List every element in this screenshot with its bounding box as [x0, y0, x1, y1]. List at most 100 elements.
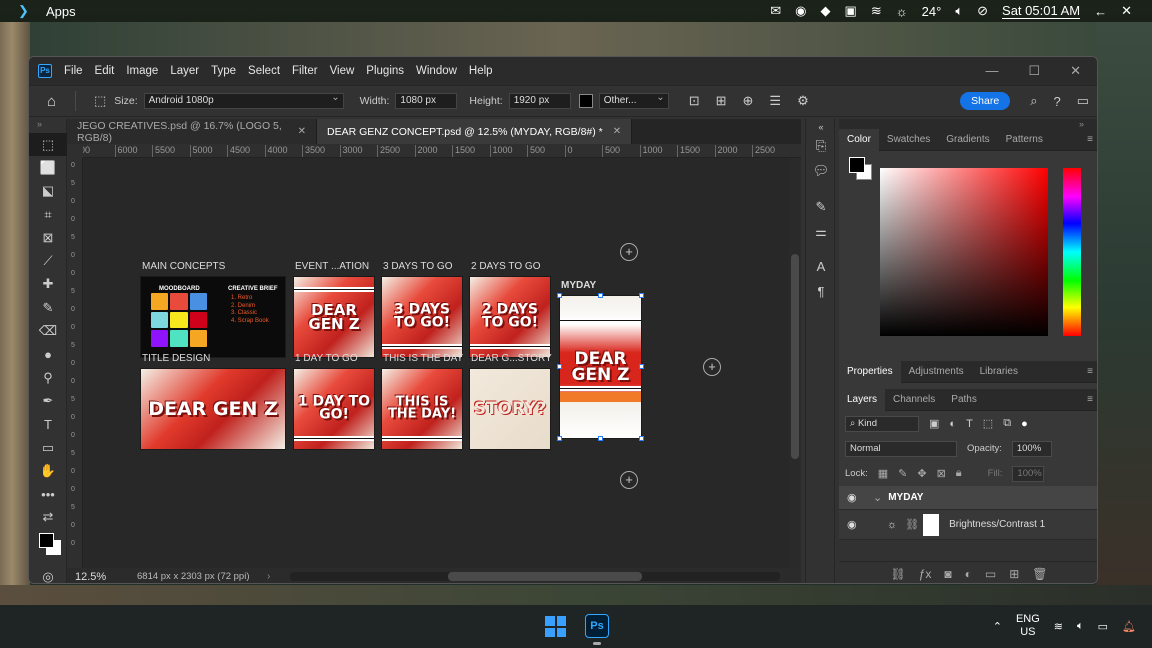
- volume-icon[interactable]: 🔈︎: [1077, 620, 1084, 633]
- filter-pixel-icon[interactable]: ▣: [929, 417, 939, 430]
- document-info[interactable]: 6814 px x 2303 px (72 ppi): [127, 571, 267, 582]
- horizontal-scrollbar[interactable]: [290, 572, 781, 581]
- menu-help[interactable]: Help: [463, 65, 499, 77]
- add-artboard-icon[interactable]: ⊕: [743, 93, 754, 109]
- workspace-icon[interactable]: ▭: [1077, 93, 1089, 109]
- artboard-label-dear-story[interactable]: DEAR G...STORY: [471, 353, 552, 364]
- canvas-area[interactable]: MAIN CONCEPTS MOODBOARD CREATIVE BRIEF 1…: [83, 158, 789, 568]
- opacity-input[interactable]: 100%: [1011, 440, 1052, 457]
- other-select[interactable]: Other...: [598, 91, 669, 109]
- artboard-3-days[interactable]: 3 DAYS TO GO!: [381, 276, 463, 358]
- add-artboard-top-icon[interactable]: +: [620, 243, 638, 261]
- size-select[interactable]: Android 1080p: [143, 91, 344, 109]
- menu-type[interactable]: Type: [205, 65, 242, 77]
- add-artboard-bottom-icon[interactable]: +: [620, 471, 638, 489]
- windows-start-icon[interactable]: [545, 616, 566, 637]
- distribute-icon[interactable]: ☰: [769, 93, 781, 109]
- lock-artboard-icon[interactable]: ⊠: [937, 467, 946, 480]
- artboard-label-3-days[interactable]: 3 DAYS TO GO: [383, 261, 452, 272]
- link-layers-icon[interactable]: ⛓: [890, 567, 905, 581]
- new-adjustment-icon[interactable]: ◐: [965, 567, 972, 581]
- tab-close-icon[interactable]: ✕: [613, 126, 621, 137]
- mail-icon[interactable]: ✉: [770, 3, 781, 19]
- color-swatches[interactable]: [29, 529, 67, 565]
- volume-icon[interactable]: 🔈︎: [955, 3, 963, 19]
- diamond-app-icon[interactable]: ◆: [821, 3, 831, 19]
- selection-handle[interactable]: [639, 364, 644, 369]
- notification-bell-icon[interactable]: 🔔︎: [1122, 620, 1136, 633]
- scroll-thumb[interactable]: [448, 572, 643, 581]
- artboard-label-title-design[interactable]: TITLE DESIGN: [142, 353, 210, 364]
- artboard-title-design[interactable]: DEAR GEN Z: [140, 368, 286, 450]
- wifi-icon[interactable]: ≋: [1054, 620, 1063, 633]
- tab-libraries[interactable]: Libraries: [972, 361, 1026, 383]
- lock-position-icon[interactable]: ✥: [917, 467, 926, 480]
- dodge-tool-icon[interactable]: ⚲: [29, 366, 67, 389]
- new-group-icon[interactable]: ▭: [985, 567, 996, 581]
- filter-shape-icon[interactable]: ⬚: [983, 417, 993, 430]
- home-icon[interactable]: ⌂: [47, 93, 65, 110]
- menu-view[interactable]: View: [324, 65, 361, 77]
- filter-smart-object-icon[interactable]: ⧉: [1003, 417, 1011, 430]
- artboard-myday[interactable]: DEAR GEN Z: [559, 295, 642, 439]
- tab-color[interactable]: Color: [839, 128, 879, 151]
- menu-window[interactable]: Window: [410, 65, 463, 77]
- selection-handle[interactable]: [639, 293, 644, 298]
- artboard-tool-icon[interactable]: ⬚: [29, 133, 67, 157]
- photoshop-taskbar-icon[interactable]: Ps: [585, 614, 609, 638]
- color-picker-field[interactable]: [880, 168, 1048, 336]
- delete-layer-icon[interactable]: 🗑︎: [1032, 567, 1047, 581]
- menu-edit[interactable]: Edit: [89, 65, 121, 77]
- panel-menu-icon[interactable]: ≡: [1079, 129, 1097, 151]
- apps-label[interactable]: Apps: [46, 4, 76, 19]
- healing-brush-icon[interactable]: ✚: [29, 273, 67, 296]
- filter-type-icon[interactable]: T: [966, 418, 973, 430]
- link-icon[interactable]: ⛓: [905, 518, 919, 531]
- brightness-icon[interactable]: ☼: [896, 4, 908, 19]
- tab-close-icon[interactable]: ✕: [298, 126, 306, 137]
- character-icon[interactable]: A: [806, 255, 836, 277]
- fill-input[interactable]: 100%: [1012, 465, 1045, 482]
- tab-adjustments[interactable]: Adjustments: [901, 361, 972, 383]
- filter-kind-select[interactable]: ⌕ Kind: [845, 415, 919, 432]
- artboard-1-day[interactable]: 1 DAY TO GO!: [293, 368, 375, 450]
- hand-tool-icon[interactable]: ✋: [29, 459, 67, 482]
- tab-swatches[interactable]: Swatches: [879, 129, 938, 151]
- layer-brightness-contrast[interactable]: ◉ ☼ ⛓ Brightness/Contrast 1: [839, 510, 1097, 540]
- foreground-color-swatch[interactable]: [849, 157, 865, 173]
- selection-handle[interactable]: [598, 293, 603, 298]
- foreground-color-swatch[interactable]: [39, 533, 54, 549]
- menu-plugins[interactable]: Plugins: [360, 65, 410, 77]
- crop-tool-icon[interactable]: ⌗: [29, 203, 67, 226]
- artboard-label-event[interactable]: EVENT ...ATION: [295, 261, 369, 272]
- fx-icon[interactable]: ƒx: [919, 567, 932, 581]
- artboard-label-2-days[interactable]: 2 DAYS TO GO: [471, 261, 540, 272]
- search-icon[interactable]: ⌕: [1030, 93, 1037, 109]
- selection-handle[interactable]: [598, 436, 603, 441]
- adjustments-icon[interactable]: ⚌: [806, 221, 836, 243]
- tab-properties[interactable]: Properties: [839, 360, 901, 383]
- filter-adjustment-icon[interactable]: ◐: [949, 418, 956, 430]
- menu-layer[interactable]: Layer: [164, 65, 205, 77]
- comments-icon[interactable]: 💬︎: [806, 160, 836, 182]
- tab-layers[interactable]: Layers: [839, 388, 886, 411]
- artboard-event[interactable]: DEAR GEN Z: [293, 276, 375, 358]
- settings-gear-icon[interactable]: ⚙: [797, 93, 809, 109]
- object-select-tool-icon[interactable]: ⬕: [29, 180, 67, 203]
- quick-mask-icon[interactable]: ◎: [29, 565, 67, 583]
- zoom-level[interactable]: 12.5%: [67, 571, 127, 583]
- artboard-bg-swatch[interactable]: [578, 94, 593, 108]
- lock-paint-icon[interactable]: ✎: [898, 467, 907, 480]
- history-icon[interactable]: ⎘: [806, 135, 836, 157]
- chevron-up-icon[interactable]: ⌃: [993, 620, 1002, 633]
- visibility-eye-icon[interactable]: ◉: [847, 491, 867, 504]
- collapse-dock-icon[interactable]: «: [806, 122, 836, 132]
- selection-handle[interactable]: [557, 364, 562, 369]
- artboard-tool-icon[interactable]: ⬚: [94, 93, 106, 109]
- tab-jego-creatives[interactable]: JEGO CREATIVES.psd @ 16.7% (LOGO 5, RGB/…: [67, 119, 317, 144]
- tab-channels[interactable]: Channels: [885, 389, 943, 411]
- tab-dear-genz-concept[interactable]: DEAR GENZ CONCEPT.psd @ 12.5% (MYDAY, RG…: [317, 119, 633, 144]
- artboard-label-1-day[interactable]: 1 DAY TO GO: [295, 353, 358, 364]
- collapse-panels-icon[interactable]: »: [839, 119, 1097, 129]
- artboard-main-concepts[interactable]: MOODBOARD CREATIVE BRIEF 1. Retro 2. Den…: [140, 276, 286, 358]
